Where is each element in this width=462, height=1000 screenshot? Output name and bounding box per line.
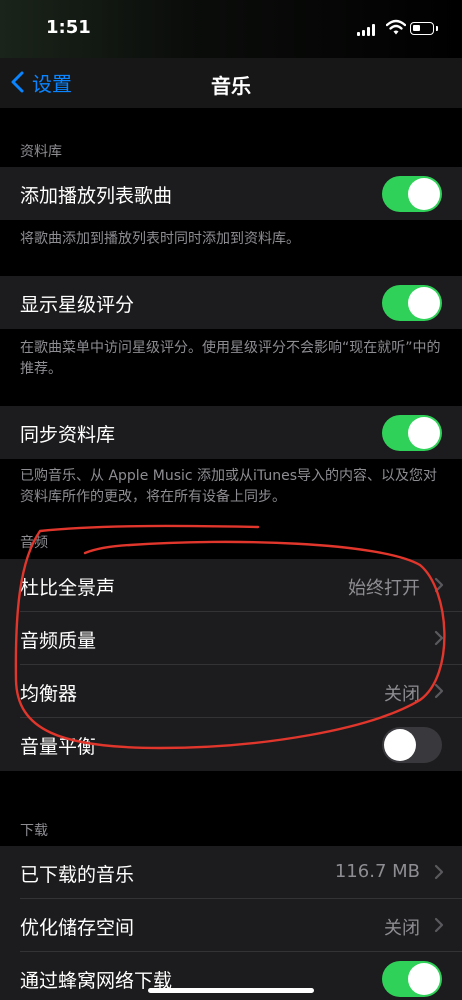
footer-add-playlist-songs: 将歌曲添加到播放列表时同时添加到资料库。 bbox=[20, 231, 300, 247]
section-header-audio: 音频 bbox=[20, 535, 48, 551]
chevron-right-icon bbox=[434, 630, 444, 646]
row-value: 始终打开 bbox=[348, 578, 420, 599]
cellular-download-toggle[interactable] bbox=[382, 961, 442, 997]
row-label: 音量平衡 bbox=[20, 736, 97, 758]
navigation-bar: 设置 音乐 bbox=[0, 58, 462, 108]
footer-show-star-ratings: 在歌曲菜单中访问星级评分。使用星级评分不会影响“现在就听”中的推荐。 bbox=[20, 340, 441, 377]
row-show-star-ratings: 显示星级评分 bbox=[0, 276, 462, 329]
sync-library-toggle[interactable] bbox=[382, 415, 442, 451]
chevron-right-icon bbox=[434, 917, 444, 933]
row-sound-check: 音量平衡 bbox=[0, 718, 462, 771]
sound-check-toggle[interactable] bbox=[382, 727, 442, 763]
status-time: 1:51 bbox=[46, 17, 91, 38]
show-star-ratings-toggle[interactable] bbox=[382, 285, 442, 321]
battery-icon bbox=[410, 22, 438, 35]
row-equalizer[interactable]: 均衡器 关闭 bbox=[0, 665, 462, 718]
chevron-right-icon bbox=[434, 864, 444, 880]
row-label: 均衡器 bbox=[20, 683, 78, 705]
row-dolby-atmos[interactable]: 杜比全景声 始终打开 bbox=[0, 559, 462, 612]
section-header-library: 资料库 bbox=[20, 144, 62, 160]
section-header-downloads: 下载 bbox=[20, 823, 48, 839]
status-bar: 1:51 bbox=[0, 0, 462, 58]
row-label: 优化储存空间 bbox=[20, 917, 135, 939]
row-downloaded-music[interactable]: 已下载的音乐 116.7 MB bbox=[0, 846, 462, 899]
row-value: 116.7 MB bbox=[334, 861, 420, 882]
footer-sync-library: 已购音乐、从 Apple Music 添加或从iTunes导入的内容、以及您对资… bbox=[20, 468, 438, 505]
row-label: 音频质量 bbox=[20, 630, 97, 652]
row-add-playlist-songs: 添加播放列表歌曲 bbox=[0, 167, 462, 220]
row-value: 关闭 bbox=[384, 684, 420, 705]
chevron-right-icon bbox=[434, 577, 444, 593]
cellular-signal-icon bbox=[357, 24, 377, 36]
row-label: 显示星级评分 bbox=[20, 294, 135, 316]
add-playlist-songs-toggle[interactable] bbox=[382, 176, 442, 212]
row-optimize-storage[interactable]: 优化储存空间 关闭 bbox=[0, 899, 462, 952]
chevron-right-icon bbox=[434, 683, 444, 699]
row-sync-library: 同步资料库 bbox=[0, 406, 462, 459]
row-value: 关闭 bbox=[384, 918, 420, 939]
row-label: 已下载的音乐 bbox=[20, 864, 135, 886]
page-title: 音乐 bbox=[211, 74, 251, 98]
home-indicator bbox=[148, 988, 314, 993]
row-label: 添加播放列表歌曲 bbox=[20, 185, 173, 207]
row-audio-quality[interactable]: 音频质量 bbox=[0, 612, 462, 665]
row-label: 杜比全景声 bbox=[20, 577, 116, 599]
row-label: 同步资料库 bbox=[20, 424, 116, 446]
wifi-icon bbox=[386, 19, 406, 35]
